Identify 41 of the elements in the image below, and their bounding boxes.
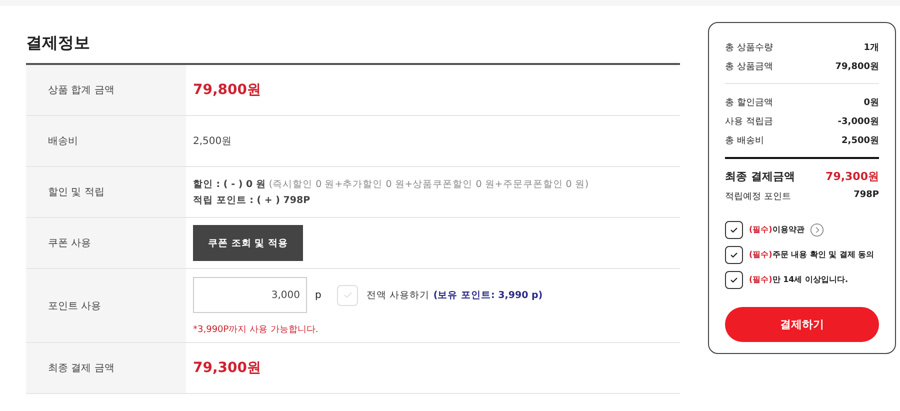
row-label: 배송비: [26, 116, 186, 166]
price-value: 79,300원: [193, 359, 262, 377]
summary-label: 총 상품수량: [725, 42, 773, 54]
agreement-label: (필수)만 14세 이상입니다.: [749, 274, 848, 285]
chevron-right-icon[interactable]: [810, 222, 824, 236]
summary-label: 총 할인금액: [725, 97, 773, 109]
summary-value: 79,800원: [835, 61, 879, 73]
summary-label: 총 상품금액: [725, 61, 773, 73]
pay-button[interactable]: 결제하기: [725, 307, 879, 342]
owned-points: (보유 포인트: 3,990 p): [433, 288, 543, 302]
fee-value: 2,500원: [193, 135, 232, 148]
row-label: 최종 결제 금액: [26, 343, 186, 393]
points-value: 798P: [854, 190, 879, 202]
summary-value: -3,000원: [838, 116, 879, 128]
points-notice: *3,990P까지 사용 가능합니다.: [193, 324, 320, 336]
summary-value: 1개: [864, 42, 879, 54]
points-unit: p: [315, 290, 322, 300]
final-value: 79,300원: [826, 169, 879, 184]
summary-value: 0원: [864, 97, 879, 109]
discount-detail: (즉시할인 0 원+추가할인 0 원+상품쿠폰할인 0 원+주문쿠폰할인 0 원): [268, 178, 589, 190]
row-label: 포인트 사용: [26, 269, 186, 342]
summary-label: 사용 적립금: [725, 116, 773, 128]
row-label: 쿠폰 사용: [26, 218, 186, 268]
row-label: 할인 및 적립: [26, 167, 186, 217]
agreement-label: (필수)주문 내용 확인 및 결제 동의: [749, 249, 874, 260]
discount-amount: 할인 : ( - ) 0 원: [193, 178, 266, 190]
checkbox-label: 전액 사용하기: [366, 288, 430, 302]
agreement-label: (필수)이용약관: [749, 224, 804, 235]
reward-points: 적립 포인트 : ( + ) 798P: [193, 194, 310, 206]
section-title: 결제정보: [26, 33, 91, 54]
points-label: 적립예정 포인트: [725, 191, 791, 203]
final-label: 최종 결제금액: [725, 169, 795, 184]
summary-label: 총 배송비: [725, 135, 764, 147]
points-input[interactable]: 3,000: [193, 277, 307, 313]
price-value: 79,800원: [193, 81, 262, 99]
row-label: 상품 합계 금액: [26, 65, 186, 115]
checkbox[interactable]: [725, 220, 743, 238]
checkbox[interactable]: [725, 270, 743, 288]
checkbox[interactable]: [725, 246, 743, 264]
summary-value: 2,500원: [842, 135, 879, 147]
coupon-button[interactable]: 쿠폰 조회 및 적용: [193, 225, 303, 261]
